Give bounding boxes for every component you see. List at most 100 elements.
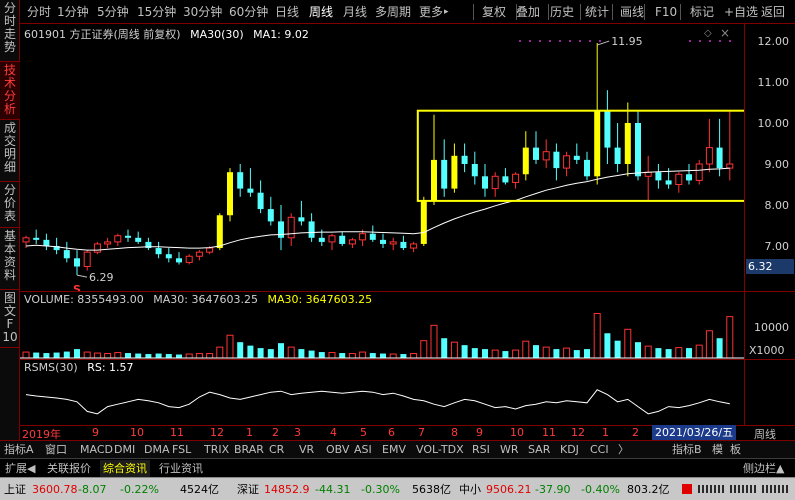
ytick-11: 11.00 [757,76,790,89]
high-guide-dot [539,40,541,42]
volume-bar [369,353,376,358]
x-tick-label: 12 [210,426,224,439]
period-tab-9[interactable]: 多周期 [375,3,411,21]
toolbar-button-0[interactable]: 复权 [482,3,506,21]
left-tab-1[interactable]: 技术分析 [0,62,20,120]
period-tab-7[interactable]: 周线 [309,3,333,21]
indicator-tab-19[interactable]: 〉 [618,442,629,458]
volume-bar [716,338,723,358]
period-tab-4[interactable]: 30分钟 [183,3,222,21]
indicator-tab-14[interactable]: RSI [472,442,490,458]
volume-bar [491,349,499,359]
indicator-right-0[interactable]: 指标B [672,442,702,458]
toolbar-separator [612,4,613,20]
volume-bar [410,353,418,359]
high-guide-dot [699,40,701,42]
indicator-tab-4[interactable]: DMA [144,442,170,458]
volume-bar [522,340,530,359]
period-tab-3[interactable]: 15分钟 [137,3,176,21]
volume-bar [420,340,428,359]
sz-name[interactable]: 深证 [237,482,259,498]
volume-bar [359,351,367,359]
indicator-tab-8[interactable]: CR [269,442,284,458]
left-tab-4[interactable]: 基本资料 [0,228,20,290]
indicator-tab-18[interactable]: CCI [590,442,609,458]
bottom-tab-1[interactable]: 关联报价 [44,460,94,477]
bottom-tab-3[interactable]: 行业资讯 [156,460,206,477]
volume-bar [165,354,172,358]
indicator-tab-1[interactable]: 窗口 [45,442,67,458]
candle-body [655,172,662,181]
x-tick-label: 11 [542,426,556,439]
toolbar-button-1[interactable]: 叠加 [516,3,540,21]
volume-bar [348,353,356,359]
left-tab-char: 10 [2,330,18,344]
toolbar-button-4[interactable]: 画线 [620,3,644,21]
volume-bar [104,353,112,359]
indicator-tab-16[interactable]: SAR [528,442,550,458]
more-arrow-icon[interactable]: ▸ [444,3,449,21]
period-tab-8[interactable]: 月线 [343,3,367,21]
left-tab-char: 势 [3,40,16,54]
period-tab-6[interactable]: 日线 [275,3,299,21]
indicator-tab-2[interactable]: MACD [80,442,113,458]
indicator-tab-7[interactable]: BRAR [234,442,264,458]
candle-body [348,239,356,245]
indicator-tab-3[interactable]: DMI [114,442,135,458]
current-price-badge: 6.32 [746,259,794,274]
high-guide-dot [589,40,591,42]
volume-bar [614,340,621,358]
toolbar-separator [473,4,474,20]
left-tab-0[interactable]: 分时走势 [0,0,20,62]
indicator-tab-12[interactable]: EMV [382,442,406,458]
indicator-tab-5[interactable]: FSL [172,442,191,458]
sh-pct: -0.22% [120,483,159,496]
indicator-tab-9[interactable]: VR [299,442,314,458]
toolbar-button-3[interactable]: 统计 [585,3,609,21]
indicator-tab-10[interactable]: OBV [326,442,349,458]
zx-name[interactable]: 中小 [459,482,481,498]
bottom-tab-0[interactable]: 扩展◀ [2,460,38,477]
candle-body [491,175,499,190]
high-label: 11.95 [611,35,643,48]
volume-bar [74,349,80,358]
sh-name[interactable]: 上证 [4,482,26,498]
volume-bar [53,352,60,358]
left-tab-3[interactable]: 分价表 [0,182,20,228]
sidebar-toggle[interactable]: 侧边栏▲ [740,460,787,477]
indicator-tab-13[interactable]: VOL-TDX [416,442,464,458]
volume-bar [542,346,550,359]
period-tab-5[interactable]: 60分钟 [229,3,268,21]
indicator-tab-6[interactable]: TRIX [204,442,229,458]
period-tab-10[interactable]: 更多 [419,3,443,21]
candle-body [328,235,336,243]
toolbar-button-8[interactable]: 返回 [761,3,785,21]
high-guide-dot [579,40,581,42]
candle-body [471,164,478,177]
toolbar-button-6[interactable]: 标记 [690,3,714,21]
toolbar-button-7[interactable]: +自选 [724,3,758,21]
bottom-tab-2[interactable]: 综合资讯 [100,460,150,477]
left-tab-2[interactable]: 成交明细 [0,120,20,182]
indicator-tab-17[interactable]: KDJ [560,442,579,458]
period-tab-0[interactable]: 分时 [27,3,51,21]
volume-bar [135,353,142,358]
indicator-tab-11[interactable]: ASI [354,442,372,458]
candle-body [63,250,70,259]
volume-bar [206,353,214,359]
toolbar-button-2[interactable]: 历史 [550,3,574,21]
indicator-right-1[interactable]: 模 [712,442,723,458]
period-tab-1[interactable]: 1分钟 [57,3,89,21]
indicator-tab-15[interactable]: WR [500,442,519,458]
toolbar-button-5[interactable]: F10 [655,3,677,21]
candle-body [247,188,254,193]
candle-body [22,237,30,243]
period-tab-2[interactable]: 5分钟 [97,3,129,21]
indicator-right-2[interactable]: 板 [730,442,741,458]
zx-pct: -0.40% [581,483,620,496]
volume-bar [705,330,713,359]
candle-body [594,110,601,177]
rsms-line [25,389,730,415]
indicator-tab-0[interactable]: 指标A [4,442,34,458]
left-tab-5[interactable]: 图文 F 10 [0,290,20,348]
